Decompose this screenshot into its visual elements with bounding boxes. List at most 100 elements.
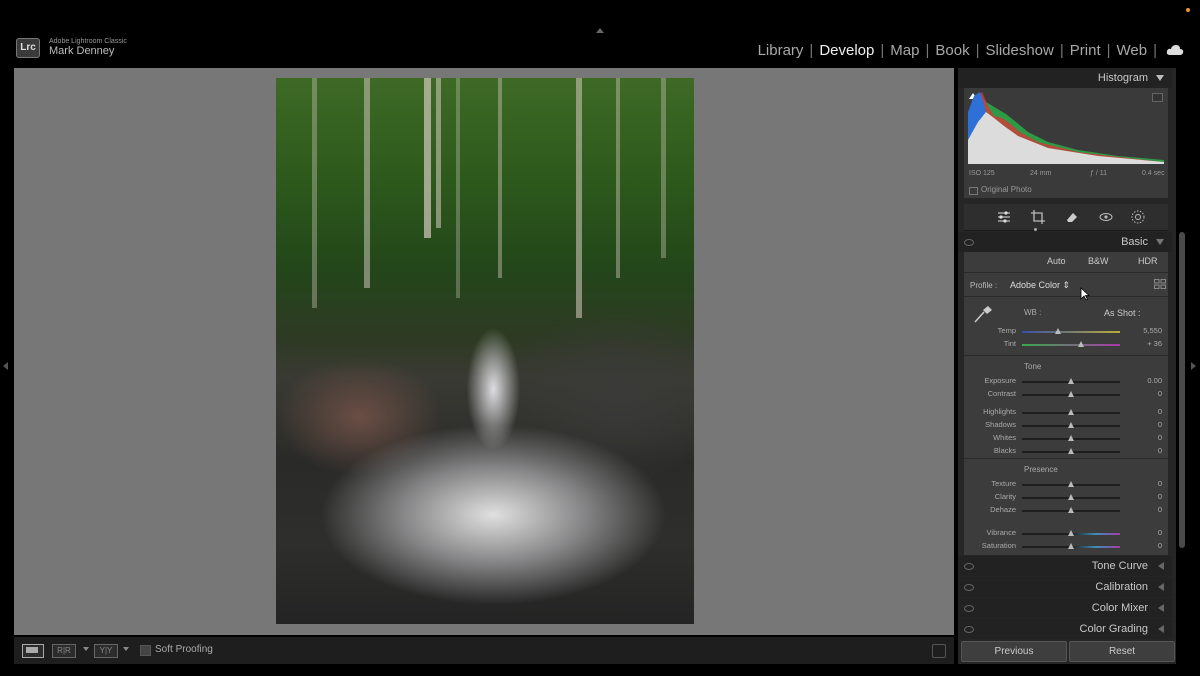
module-book[interactable]: Book	[932, 42, 972, 59]
shutter-speed: 0.4 sec	[1142, 170, 1165, 177]
original-photo-checkbox[interactable]	[969, 187, 978, 195]
profile-browser-icon[interactable]	[1154, 279, 1166, 289]
shadows-track[interactable]	[1022, 422, 1120, 428]
profile-dropdown[interactable]: Adobe Color ⇕	[1010, 280, 1070, 291]
contrast-track[interactable]	[1022, 391, 1120, 397]
vibrance-slider-row: Vibrance 0	[964, 528, 1168, 540]
left-panel-toggle[interactable]	[3, 362, 8, 370]
slider-label: Tint	[1003, 339, 1016, 348]
module-slideshow[interactable]: Slideshow	[982, 42, 1056, 59]
previous-button[interactable]: Previous	[961, 641, 1067, 662]
color-grading-header[interactable]: Color Grading	[958, 619, 1172, 639]
eye-icon[interactable]	[964, 584, 974, 591]
photo-waterfall[interactable]	[276, 78, 694, 624]
vibrance-value[interactable]: 0	[1158, 528, 1162, 537]
contrast-value[interactable]: 0	[1158, 389, 1162, 398]
calibration-header[interactable]: Calibration	[958, 577, 1172, 597]
collapse-icon	[1156, 75, 1164, 81]
texture-value[interactable]: 0	[1158, 479, 1162, 488]
temp-track[interactable]	[1022, 328, 1120, 334]
vibrance-track[interactable]	[1022, 530, 1120, 536]
compare-button[interactable]: Y|Y	[94, 644, 118, 658]
module-print[interactable]: Print	[1067, 42, 1104, 59]
bw-button[interactable]: B&W	[1088, 256, 1109, 266]
highlights-thumb[interactable]	[1068, 409, 1074, 415]
eye-icon[interactable]	[964, 239, 974, 246]
toolbar-menu-caret[interactable]	[932, 644, 946, 658]
tone-curve-header[interactable]: Tone Curve	[958, 556, 1172, 576]
module-web[interactable]: Web	[1114, 42, 1151, 59]
soft-proofing-checkbox[interactable]	[140, 645, 151, 656]
dehaze-thumb[interactable]	[1068, 507, 1074, 513]
exposure-track[interactable]	[1022, 378, 1120, 384]
temp-value[interactable]: 5,550	[1143, 326, 1162, 335]
eye-icon[interactable]	[964, 626, 974, 633]
before-after-caret[interactable]	[83, 647, 89, 651]
sliders-icon[interactable]	[996, 209, 1012, 225]
expand-icon	[1158, 604, 1164, 612]
highlights-value[interactable]: 0	[1158, 407, 1162, 416]
clarity-thumb[interactable]	[1068, 494, 1074, 500]
iso-value: ISO 125	[969, 170, 995, 177]
eye-icon[interactable]	[964, 563, 974, 570]
tint-value[interactable]: + 36	[1147, 339, 1162, 348]
exposure-thumb[interactable]	[1068, 378, 1074, 384]
before-after-button[interactable]: R|R	[52, 644, 76, 658]
right-panel-toggle[interactable]	[1191, 362, 1196, 370]
photo-canvas[interactable]	[14, 68, 954, 635]
blacks-thumb[interactable]	[1068, 448, 1074, 454]
temp-thumb[interactable]	[1055, 328, 1062, 334]
shadows-value[interactable]: 0	[1158, 420, 1162, 429]
soft-proofing-label: Soft Proofing	[155, 644, 213, 655]
auto-button[interactable]: Auto	[1047, 256, 1066, 266]
whites-value[interactable]: 0	[1158, 433, 1162, 442]
eye-icon[interactable]	[964, 605, 974, 612]
crop-icon[interactable]	[1030, 209, 1046, 225]
wb-label: WB :	[1024, 308, 1042, 317]
dehaze-value[interactable]: 0	[1158, 505, 1162, 514]
module-library[interactable]: Library	[755, 42, 807, 59]
dehaze-track[interactable]	[1022, 507, 1120, 513]
color-mixer-header[interactable]: Color Mixer	[958, 598, 1172, 618]
compare-caret[interactable]	[123, 647, 129, 651]
masking-icon[interactable]	[1130, 209, 1146, 225]
whites-track[interactable]	[1022, 435, 1120, 441]
saturation-thumb[interactable]	[1068, 543, 1074, 549]
redeye-icon[interactable]	[1098, 209, 1114, 225]
app-name: Adobe Lightroom Classic	[49, 38, 127, 45]
reset-button[interactable]: Reset	[1069, 641, 1175, 662]
saturation-track[interactable]	[1022, 543, 1120, 549]
highlights-track[interactable]	[1022, 409, 1120, 415]
loupe-view-button[interactable]	[22, 644, 44, 658]
highlights-slider-row: Highlights 0	[964, 407, 1168, 419]
blacks-track[interactable]	[1022, 448, 1120, 454]
saturation-value[interactable]: 0	[1158, 541, 1162, 550]
cloud-icon[interactable]	[1166, 44, 1184, 56]
texture-track[interactable]	[1022, 481, 1120, 487]
shadows-thumb[interactable]	[1068, 422, 1074, 428]
whites-thumb[interactable]	[1068, 435, 1074, 441]
wb-dropdown[interactable]: As Shot :	[1104, 308, 1141, 318]
exposure-value[interactable]: 0.00	[1147, 376, 1162, 385]
tint-track[interactable]	[1022, 341, 1120, 347]
eraser-icon[interactable]	[1064, 209, 1080, 225]
histogram-label: Histogram	[1097, 72, 1148, 84]
histogram-header[interactable]: Histogram	[958, 68, 1172, 88]
tint-thumb[interactable]	[1077, 341, 1084, 347]
module-map[interactable]: Map	[887, 42, 922, 59]
module-develop[interactable]: Develop	[816, 42, 877, 59]
top-panel-toggle[interactable]	[596, 28, 604, 33]
blacks-value[interactable]: 0	[1158, 446, 1162, 455]
texture-thumb[interactable]	[1068, 481, 1074, 487]
contrast-thumb[interactable]	[1068, 391, 1074, 397]
clarity-track[interactable]	[1022, 494, 1120, 500]
hdr-button[interactable]: HDR	[1138, 256, 1158, 266]
vibrance-thumb[interactable]	[1068, 530, 1074, 536]
wb-selector-icon[interactable]	[972, 304, 994, 324]
slider-label: Saturation	[981, 541, 1016, 550]
dehaze-slider-row: Dehaze 0	[964, 505, 1168, 517]
histogram[interactable]: ISO 125 24 mm ƒ / 11 0.4 sec Original Ph…	[964, 88, 1168, 198]
panel-scrollbar[interactable]	[1179, 232, 1185, 548]
basic-header[interactable]: Basic	[958, 232, 1172, 252]
clarity-value[interactable]: 0	[1158, 492, 1162, 501]
